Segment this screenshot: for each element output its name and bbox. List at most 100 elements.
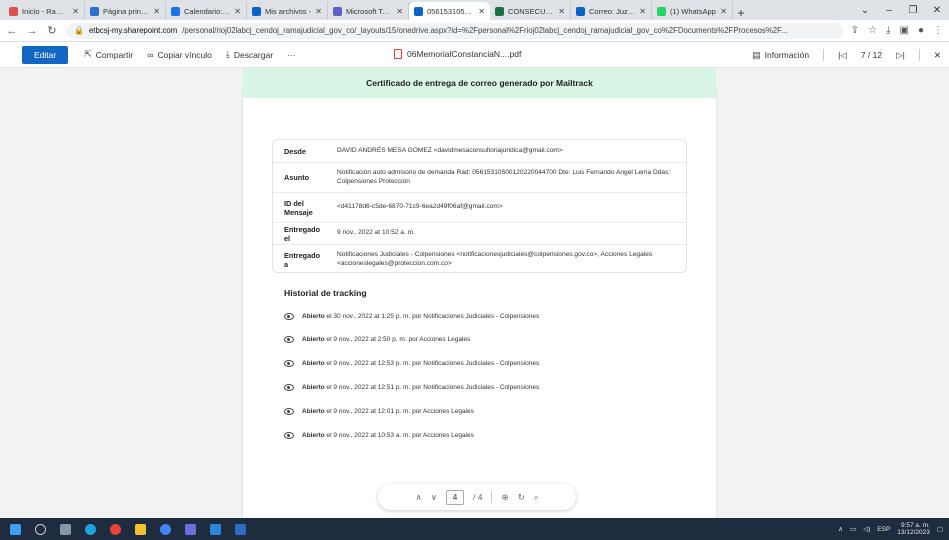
page-number-input[interactable]: 4 [446,489,464,505]
notifications-icon[interactable]: ▢ [937,525,943,533]
browser-tab[interactable]: Inicio - Rama J ✕ [4,2,85,20]
close-tab-icon[interactable]: ✕ [315,7,322,16]
forward-icon[interactable]: → [26,25,38,37]
windows-taskbar: ∧ ▭ ◁) ESP 9:57 a. m. 13/12/2023 ▢ [0,518,949,540]
browser-tab[interactable]: Mis archivos - ✕ [247,2,328,20]
browser-tab[interactable]: Página principal ✕ [85,2,166,20]
share-label: Compartir [95,49,134,60]
tab-favicon-icon [252,6,261,16]
detail-value: 9 nov., 2022 at 10:52 a. m. [337,229,415,237]
close-viewer-icon[interactable]: ✕ [934,50,941,61]
detail-value: DAVID ANDRÉS MESA GOMEZ <davidmesaconsul… [337,146,563,154]
viewer-right-controls: ▤ Información |◁ 7 / 12 ▷| ✕ [752,49,941,61]
close-tab-icon[interactable]: ✕ [72,7,79,16]
detail-row: Desde DAVID ANDRÉS MESA GOMEZ <davidmesac… [273,140,686,163]
search-icon[interactable] [35,523,46,535]
document-title: 06MemorialConstanciaN....pdf [394,49,521,59]
zoom-in-icon[interactable]: ⊕ [501,492,508,503]
close-tab-icon[interactable]: ✕ [153,7,160,16]
new-tab-button[interactable]: + [733,6,749,20]
pdf-viewer[interactable]: Certificado de entrega de correo generad… [0,68,949,518]
tab-favicon-icon [171,6,180,16]
reload-icon[interactable]: ↻ [46,24,58,37]
onedrive-icon[interactable] [210,523,221,535]
share-page-icon[interactable]: ⇪ [851,25,859,36]
detail-value: Notificación auto admisorio de demanda R… [337,168,671,185]
history-text: Abierto el 9 nov., 2022 at 10:53 a. m. p… [302,432,474,439]
next-file-icon[interactable]: ▷| [896,50,905,61]
browser-tab[interactable]: Correo: Juzgad ✕ [571,2,652,20]
maximize-button[interactable]: ❐ [901,5,925,16]
opera-browser-icon[interactable] [110,523,121,535]
minimize-button[interactable]: – [877,5,901,16]
history-text: Abierto el 9 nov., 2022 at 2:50 p. m. po… [302,336,470,343]
app-icon[interactable] [235,523,246,535]
delivery-details-card: Desde DAVID ANDRÉS MESA GOMEZ <davidmesac… [272,139,687,273]
eye-icon [284,336,294,343]
close-tab-icon[interactable]: ✕ [639,7,646,16]
tab-title: Página principal [103,6,149,16]
certificate-header: Certificado de entrega de correo generad… [243,68,716,98]
copy-link-button[interactable]: ∞ Copiar vínculo [147,50,212,60]
network-icon[interactable]: ▭ [850,525,856,533]
detail-value: Notificaciones Judiciales - Colpensiones… [337,250,653,267]
previous-page-icon[interactable]: ∧ [416,492,422,503]
address-bar: ← → ↻ 🔒 etbcsj-my.sharepoint.com/persona… [0,20,949,42]
file-explorer-icon[interactable] [135,523,146,535]
history-detail: el 9 nov., 2022 at 12:51 p. m. por Notif… [324,384,540,391]
divider [823,49,825,61]
close-tab-icon[interactable]: ✕ [234,7,241,16]
close-window-button[interactable]: ✕ [925,5,949,16]
volume-icon[interactable]: ◁) [863,525,870,533]
close-tab-icon[interactable]: ✕ [558,7,565,16]
tab-title: (1) WhatsApp [670,6,716,16]
task-view-icon[interactable] [60,523,71,535]
share-icon: ⇱ [84,49,92,59]
history-detail: el 9 nov., 2022 at 2:50 p. m. por Accion… [324,336,471,343]
history-status: Abierto [302,408,325,415]
tracking-history-title: Historial de tracking [284,288,367,298]
close-tab-icon[interactable]: ✕ [478,7,485,16]
search-icon[interactable]: ⌕ [534,492,539,503]
tab-search-icon[interactable]: ⌄ [853,5,877,16]
edge-browser-icon[interactable] [85,523,96,535]
profile-avatar-icon[interactable]: ● [918,25,924,36]
detail-row: Entregado el 9 nov., 2022 at 10:52 a. m. [273,223,686,245]
browser-tab[interactable]: Calendario: Ju ✕ [166,2,247,20]
browser-menu-icon[interactable]: ⋮ [933,25,943,36]
downloads-icon[interactable]: ⤓ [886,25,890,36]
show-hidden-icons-icon[interactable]: ∧ [838,525,843,533]
history-status: Abierto [302,336,325,343]
browser-tab[interactable]: (1) WhatsApp ✕ [652,2,733,20]
browser-tab[interactable]: Microsoft Team ✕ [328,2,409,20]
browser-tab[interactable]: CONSECUTIVO ✕ [490,2,571,20]
download-button[interactable]: ⤓ Descargar [226,49,273,60]
windows-start-icon[interactable] [10,523,21,535]
share-button[interactable]: ⇱ Compartir [84,49,133,60]
language-indicator[interactable]: ESP [877,526,890,533]
close-tab-icon[interactable]: ✕ [720,7,727,16]
system-clock[interactable]: 9:57 a. m. 13/12/2023 [897,522,930,537]
next-page-icon[interactable]: ∨ [431,492,437,503]
tracking-history-item: Abierto el 9 nov., 2022 at 2:50 p. m. po… [284,336,470,343]
detail-label: ID del Mensaje [284,198,313,217]
bookmark-star-icon[interactable]: ☆ [868,25,877,36]
tab-favicon-icon [9,6,18,16]
side-panel-icon[interactable]: ▣ [900,25,909,36]
close-tab-icon[interactable]: ✕ [396,7,403,16]
edit-button[interactable]: Editar [22,45,69,64]
chrome-browser-icon[interactable] [160,523,171,535]
browser-tab[interactable]: 056153105001 ✕ [409,2,490,20]
teams-icon[interactable] [185,523,196,535]
more-options-button[interactable]: ··· [287,50,296,60]
tab-favicon-icon [657,6,666,16]
info-button[interactable]: ▤ Información [752,50,809,61]
url-input[interactable]: 🔒 etbcsj-my.sharepoint.com/personal/rioj… [66,22,843,39]
previous-file-icon[interactable]: |◁ [838,50,847,61]
page-navigator: ∧ ∨ 4 / 4 ⊕ ↻ ⌕ [378,484,576,510]
history-text: Abierto el 9 nov., 2022 at 12:51 p. m. p… [302,384,539,391]
history-detail: el 9 nov., 2022 at 12:53 p. m. por Notif… [324,360,540,367]
back-icon[interactable]: ← [6,25,18,37]
rotate-icon[interactable]: ↻ [518,492,525,503]
tab-favicon-icon [333,6,342,16]
